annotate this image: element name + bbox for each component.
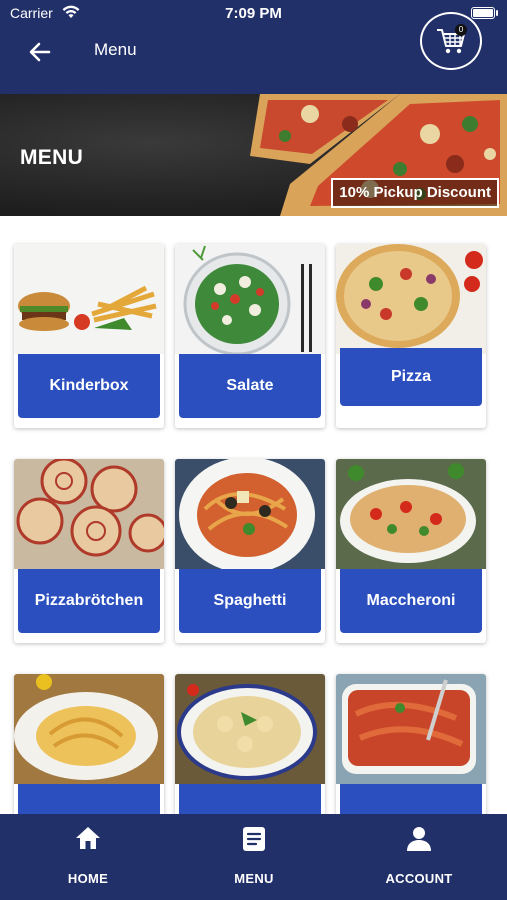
category-label — [18, 784, 160, 814]
menu-banner: MENU 10% Pickup Discount — [0, 94, 507, 216]
tab-label: HOME — [67, 871, 109, 886]
cart-button[interactable]: 0 — [420, 12, 482, 70]
category-label — [340, 784, 482, 814]
category-label: Spaghetti — [179, 569, 321, 633]
category-card[interactable] — [336, 674, 486, 814]
category-card-salate[interactable]: Salate — [175, 244, 325, 428]
tab-menu[interactable]: MENU — [194, 814, 314, 900]
category-image — [14, 244, 164, 354]
tab-label: ACCOUNT — [385, 871, 453, 886]
category-image — [14, 674, 164, 784]
cart-count-badge: 0 — [455, 24, 467, 36]
category-card-pizza[interactable]: Pizza — [336, 244, 486, 428]
bottom-tab-bar: HOME MENU ACCOUNT — [0, 814, 507, 900]
category-card[interactable] — [14, 674, 164, 814]
category-label: Salate — [179, 354, 321, 418]
category-grid: Kinderbox Salate Pizza Pizzabrötchen Spa… — [0, 216, 507, 814]
category-image — [336, 459, 486, 569]
category-image — [14, 459, 164, 569]
category-card-kinderbox[interactable]: Kinderbox — [14, 244, 164, 428]
category-label: Kinderbox — [18, 354, 160, 418]
category-label: Pizzabrötchen — [18, 569, 160, 633]
category-image — [336, 244, 486, 354]
tab-home[interactable]: HOME — [28, 814, 148, 900]
category-card-pizzabroetchen[interactable]: Pizzabrötchen — [14, 459, 164, 643]
category-card-spaghetti[interactable]: Spaghetti — [175, 459, 325, 643]
banner-title: MENU — [20, 146, 84, 169]
back-button[interactable] — [24, 38, 56, 66]
battery-icon — [471, 7, 495, 19]
tab-account[interactable]: ACCOUNT — [359, 814, 479, 900]
arrow-left-icon — [29, 42, 51, 62]
category-label — [179, 784, 321, 814]
user-icon — [407, 827, 431, 851]
category-label: Maccheroni — [340, 569, 482, 633]
category-image — [336, 674, 486, 784]
category-label: Pizza — [340, 348, 482, 406]
home-icon — [76, 827, 100, 849]
tab-label: MENU — [234, 871, 274, 886]
category-image — [175, 674, 325, 784]
page-title: Menu — [94, 40, 137, 59]
category-image — [175, 459, 325, 569]
menu-document-icon — [243, 827, 265, 851]
category-image — [175, 244, 325, 354]
category-card-maccheroni[interactable]: Maccheroni — [336, 459, 486, 643]
discount-badge: 10% Pickup Discount — [331, 178, 499, 208]
category-card[interactable] — [175, 674, 325, 814]
